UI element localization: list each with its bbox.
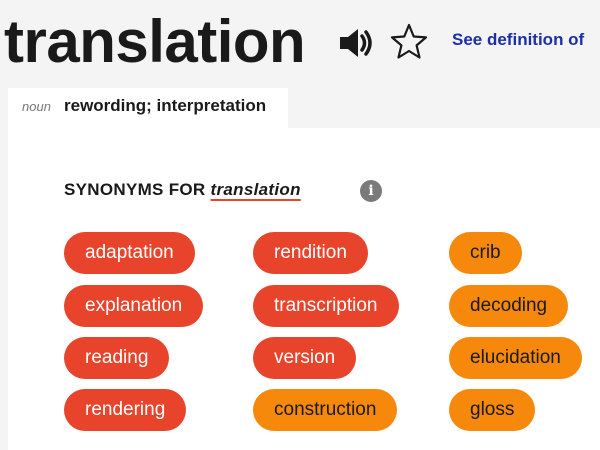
- synonym-chip-adaptation[interactable]: adaptation: [64, 232, 195, 274]
- info-icon[interactable]: i: [360, 180, 382, 202]
- part-of-speech: noun: [22, 99, 51, 114]
- sense-definition: rewording; interpretation: [64, 96, 267, 115]
- synonym-chip-transcription[interactable]: transcription: [253, 285, 399, 327]
- headword: translation: [4, 8, 306, 75]
- synonym-chip-rendering[interactable]: rendering: [64, 389, 187, 431]
- synonym-chip-crib[interactable]: crib: [449, 232, 522, 274]
- synonym-chip-explanation[interactable]: explanation: [64, 285, 204, 327]
- synonyms-panel: SYNONYMS FOR translation i adaptation exp…: [8, 128, 600, 450]
- star-icon[interactable]: [389, 22, 429, 62]
- speaker-icon[interactable]: [336, 24, 376, 62]
- synonym-chip-elucidation[interactable]: elucidation: [449, 337, 582, 379]
- sense-tab[interactable]: noun rewording; interpretation: [8, 88, 288, 128]
- see-definition-link[interactable]: See definition of: [452, 30, 584, 50]
- synonym-chip-version[interactable]: version: [253, 337, 357, 379]
- synonym-chip-decoding[interactable]: decoding: [449, 285, 569, 327]
- synonyms-heading-label: SYNONYMS FOR: [64, 180, 206, 199]
- synonym-chip-rendition[interactable]: rendition: [253, 232, 368, 274]
- entry-header: translation See definition of: [0, 0, 600, 88]
- synonym-chip-gloss[interactable]: gloss: [449, 389, 536, 431]
- synonyms-heading-term[interactable]: translation: [211, 180, 301, 199]
- synonyms-heading: SYNONYMS FOR translation: [64, 180, 301, 200]
- synonym-chip-construction[interactable]: construction: [253, 389, 398, 431]
- synonym-chip-reading[interactable]: reading: [64, 337, 170, 379]
